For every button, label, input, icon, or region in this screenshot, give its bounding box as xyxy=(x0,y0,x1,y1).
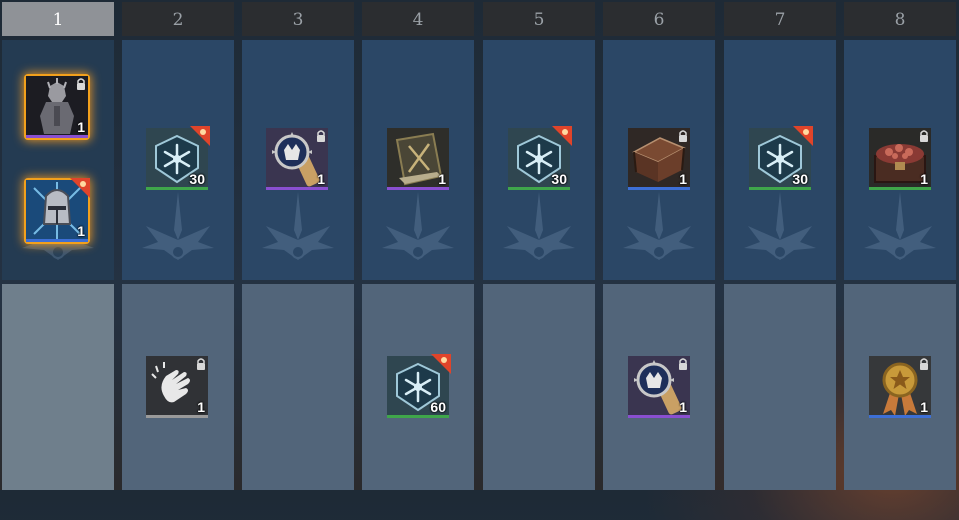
bonus-tag-icon xyxy=(550,126,572,148)
reward-item-rune[interactable]: 30 xyxy=(508,128,570,190)
upper-slot-panel: 1 1 xyxy=(2,40,114,280)
crest-emblem-icon xyxy=(860,190,940,280)
lower-slot-panel xyxy=(2,284,114,490)
rarity-bar xyxy=(869,187,931,190)
upper-slot-panel: 1 xyxy=(844,40,956,280)
rarity-bar xyxy=(508,187,570,190)
rarity-bar xyxy=(387,187,449,190)
lock-icon xyxy=(196,358,206,370)
rarity-bar xyxy=(146,415,208,418)
item-quantity: 1 xyxy=(197,399,205,415)
column-header[interactable]: 4 xyxy=(362,2,474,36)
rarity-bar xyxy=(628,187,690,190)
column-header[interactable]: 8 xyxy=(844,2,956,36)
item-quantity: 30 xyxy=(189,171,205,187)
lock-icon xyxy=(316,130,326,142)
column-header[interactable]: 5 xyxy=(483,2,595,36)
column-4[interactable]: 4 1 60 xyxy=(362,0,474,490)
lower-slot-panel xyxy=(724,284,836,490)
bonus-tag-icon xyxy=(791,126,813,148)
column-8[interactable]: 8 1 1 xyxy=(844,0,956,490)
item-quantity: 1 xyxy=(317,171,325,187)
bonus-tag-icon xyxy=(188,126,210,148)
item-quantity: 1 xyxy=(77,119,85,135)
column-6[interactable]: 6 1 1 xyxy=(603,0,715,490)
lock-icon xyxy=(678,130,688,142)
crest-emblem-icon xyxy=(740,190,820,280)
rarity-bar xyxy=(749,187,811,190)
column-header[interactable]: 7 xyxy=(724,2,836,36)
column-header[interactable]: 3 xyxy=(242,2,354,36)
upper-slot-panel: 30 xyxy=(724,40,836,280)
item-quantity: 30 xyxy=(551,171,567,187)
lower-slot-panel: 60 xyxy=(362,284,474,490)
column-7[interactable]: 7 30 xyxy=(724,0,836,490)
item-quantity: 1 xyxy=(920,171,928,187)
reward-item-book[interactable]: 1 xyxy=(387,128,449,190)
reward-item-scroll[interactable]: 1 xyxy=(266,128,328,190)
item-quantity: 60 xyxy=(430,399,446,415)
rarity-bar xyxy=(146,187,208,190)
rarity-bar xyxy=(628,415,690,418)
lock-icon xyxy=(76,78,86,90)
lower-slot-panel xyxy=(483,284,595,490)
lower-slot-panel xyxy=(242,284,354,490)
lower-slot-panel: 1 xyxy=(603,284,715,490)
reward-item-chest[interactable]: 1 xyxy=(628,128,690,190)
upper-slot-panel: 1 xyxy=(242,40,354,280)
lock-icon xyxy=(919,130,929,142)
column-5[interactable]: 5 30 xyxy=(483,0,595,490)
item-quantity: 1 xyxy=(679,399,687,415)
lower-slot-panel: 1 xyxy=(122,284,234,490)
reward-item-rune[interactable]: 30 xyxy=(749,128,811,190)
rarity-bar xyxy=(26,239,88,242)
column-header[interactable]: 2 xyxy=(122,2,234,36)
lower-slot-panel: 1 xyxy=(844,284,956,490)
crest-emblem-icon xyxy=(619,190,699,280)
bonus-tag-icon xyxy=(429,354,451,376)
reward-item-gem-chest[interactable]: 1 xyxy=(869,128,931,190)
upper-slot-panel: 30 xyxy=(122,40,234,280)
item-quantity: 1 xyxy=(438,171,446,187)
item-quantity: 1 xyxy=(77,223,85,239)
rarity-bar xyxy=(869,415,931,418)
column-header[interactable]: 1 xyxy=(2,2,114,36)
reward-item-rune[interactable]: 60 xyxy=(387,356,449,418)
reward-item-clap[interactable]: 1 xyxy=(146,356,208,418)
column-1[interactable]: 1 1 1 xyxy=(2,0,114,490)
crest-emblem-icon xyxy=(258,190,338,280)
reward-item-rune[interactable]: 30 xyxy=(146,128,208,190)
rarity-bar xyxy=(26,135,88,138)
upper-slot-panel: 1 xyxy=(362,40,474,280)
lock-icon xyxy=(919,358,929,370)
bonus-tag-icon xyxy=(68,178,90,200)
column-3[interactable]: 3 1 xyxy=(242,0,354,490)
column-header[interactable]: 6 xyxy=(603,2,715,36)
rarity-bar xyxy=(387,415,449,418)
lock-icon xyxy=(678,358,688,370)
rarity-bar xyxy=(266,187,328,190)
upper-slot-panel: 1 xyxy=(603,40,715,280)
reward-item-helmet[interactable]: 1 xyxy=(26,180,88,242)
crest-emblem-icon xyxy=(138,190,218,280)
crest-emblem-icon xyxy=(499,190,579,280)
item-quantity: 1 xyxy=(920,399,928,415)
reward-item-knight[interactable]: 1 xyxy=(26,76,88,138)
reward-item-medal[interactable]: 1 xyxy=(869,356,931,418)
crest-emblem-icon xyxy=(378,190,458,280)
item-quantity: 1 xyxy=(679,171,687,187)
upper-slot-panel: 30 xyxy=(483,40,595,280)
column-2[interactable]: 2 30 1 xyxy=(122,0,234,490)
reward-item-scroll[interactable]: 1 xyxy=(628,356,690,418)
item-quantity: 30 xyxy=(792,171,808,187)
